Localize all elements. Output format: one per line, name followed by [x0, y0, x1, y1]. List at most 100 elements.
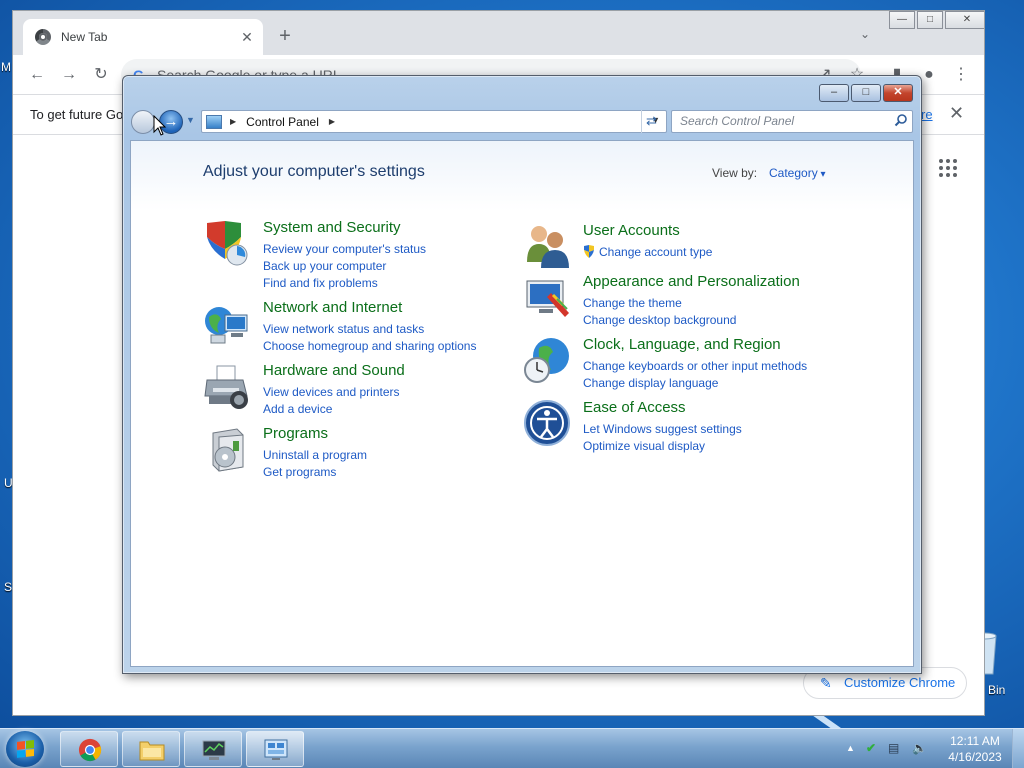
link-suggest-settings[interactable]: Let Windows suggest settings — [583, 421, 742, 438]
control-panel-window: – □ ✕ → ▼ ▶ Control Panel ▶ ▼ ⇄ Search C… — [122, 75, 922, 674]
new-tab-button[interactable]: + — [273, 25, 297, 49]
taskbar-chrome[interactable] — [60, 731, 118, 767]
programs-icon[interactable] — [203, 425, 251, 473]
system-monitor-icon — [202, 740, 226, 760]
users-icon[interactable] — [523, 222, 571, 270]
desktop-icon-label[interactable]: S — [4, 580, 12, 594]
globe-clock-icon[interactable] — [523, 336, 571, 384]
category-title[interactable]: Hardware and Sound — [263, 362, 405, 379]
category-title[interactable]: Programs — [263, 425, 328, 442]
view-by-label: View by: — [712, 166, 758, 180]
address-bar[interactable]: ▶ Control Panel ▶ ▼ — [201, 110, 667, 133]
link-back-up[interactable]: Back up your computer — [263, 258, 426, 275]
chrome-favicon-icon — [35, 29, 51, 45]
cp-close-button[interactable]: ✕ — [883, 84, 913, 102]
chrome-icon — [78, 738, 102, 762]
category-title[interactable]: Ease of Access — [583, 399, 686, 416]
desktop-icon-label[interactable]: M — [1, 60, 11, 74]
maximize-button[interactable]: □ — [917, 11, 943, 29]
taskbar: ▲ ✔ ▤ 🔈 12:11 AM 4/16/2023 — [0, 728, 1024, 768]
back-arrow-icon[interactable]: ← — [27, 65, 47, 85]
show-desktop-button[interactable] — [1012, 729, 1024, 768]
breadcrumb-separator-icon[interactable]: ▶ — [329, 117, 335, 126]
category-title[interactable]: System and Security — [263, 219, 401, 236]
profile-avatar-icon[interactable]: ● — [919, 65, 939, 85]
link-uninstall[interactable]: Uninstall a program — [263, 447, 367, 464]
infobar-link[interactable]: re — [921, 107, 933, 122]
search-control-panel-input[interactable]: Search Control Panel — [671, 110, 913, 133]
link-optimize-display[interactable]: Optimize visual display — [583, 438, 742, 455]
breadcrumb-separator-icon[interactable]: ▶ — [230, 117, 236, 126]
category-links: Change account type — [583, 244, 712, 261]
tab-search-icon[interactable]: ⌄ — [855, 27, 875, 47]
link-display-language[interactable]: Change display language — [583, 375, 807, 392]
category-title[interactable]: Network and Internet — [263, 299, 402, 316]
category-title[interactable]: Clock, Language, and Region — [583, 336, 781, 353]
breadcrumb-control-panel[interactable]: Control Panel — [246, 115, 319, 129]
link-network-status[interactable]: View network status and tasks — [263, 321, 476, 338]
link-get-programs[interactable]: Get programs — [263, 464, 367, 481]
refresh-icon[interactable]: ⇄ — [641, 110, 661, 133]
mouse-cursor-icon — [153, 115, 167, 136]
reload-icon[interactable]: ↻ — [91, 65, 111, 85]
appearance-icon[interactable] — [523, 273, 571, 321]
taskbar-app[interactable] — [184, 731, 242, 767]
infobar-close-icon[interactable]: ✕ — [949, 103, 964, 124]
network-icon[interactable] — [203, 299, 251, 347]
category-links: View devices and printers Add a device — [263, 384, 400, 418]
system-tray: ▲ ✔ ▤ 🔈 — [842, 729, 942, 768]
volume-muted-icon[interactable]: 🔈 — [912, 741, 927, 755]
link-devices-printers[interactable]: View devices and printers — [263, 384, 400, 401]
minimize-button[interactable]: — — [889, 11, 915, 29]
link-review-status[interactable]: Review your computer's status — [263, 241, 426, 258]
search-icon[interactable] — [894, 113, 908, 127]
start-button[interactable] — [6, 731, 44, 767]
taskbar-control-panel[interactable] — [246, 731, 304, 767]
category-links: View network status and tasks Choose hom… — [263, 321, 476, 355]
category-links: Let Windows suggest settings Optimize vi… — [583, 421, 742, 455]
folder-icon — [139, 741, 165, 761]
google-apps-icon[interactable] — [939, 159, 957, 177]
forward-arrow-icon[interactable]: → — [59, 65, 79, 85]
action-center-icon[interactable]: ✔ — [866, 741, 876, 755]
cp-minimize-button[interactable]: – — [819, 84, 849, 102]
category-title[interactable]: User Accounts — [583, 222, 680, 239]
printer-icon[interactable] — [203, 362, 251, 410]
tab-new-tab[interactable]: New Tab ✕ — [23, 19, 263, 55]
link-find-fix[interactable]: Find and fix problems — [263, 275, 426, 292]
cp-caption-buttons: – □ ✕ — [819, 84, 913, 102]
clock-date: 4/16/2023 — [948, 750, 1002, 764]
link-change-account-type[interactable]: Change account type — [583, 244, 712, 261]
taskbar-clock[interactable]: 12:11 AM 4/16/2023 — [944, 733, 1006, 765]
search-placeholder: Search Control Panel — [680, 114, 795, 128]
network-tray-icon[interactable]: ▤ — [888, 741, 899, 755]
tab-close-icon[interactable]: ✕ — [237, 29, 257, 46]
link-change-keyboards[interactable]: Change keyboards or other input methods — [583, 358, 807, 375]
control-panel-icon — [264, 739, 288, 760]
ease-of-access-icon[interactable] — [523, 399, 571, 447]
infobar-text: To get future Go — [30, 107, 124, 122]
taskbar-explorer[interactable] — [122, 731, 180, 767]
control-panel-content: Adjust your computer's settings View by:… — [130, 140, 914, 667]
link-add-device[interactable]: Add a device — [263, 401, 400, 418]
recent-pages-dropdown-icon[interactable]: ▼ — [186, 115, 195, 125]
category-links: Uninstall a program Get programs — [263, 447, 367, 481]
link-desktop-background[interactable]: Change desktop background — [583, 312, 736, 329]
show-hidden-icons[interactable]: ▲ — [846, 743, 855, 753]
close-button[interactable]: ✕ — [945, 11, 984, 29]
customize-chrome-label: Customize Chrome — [844, 675, 956, 690]
control-panel-icon — [206, 114, 222, 129]
shield-icon[interactable] — [203, 219, 251, 267]
link-homegroup[interactable]: Choose homegroup and sharing options — [263, 338, 476, 355]
link-change-theme[interactable]: Change the theme — [583, 295, 736, 312]
recycle-bin-label[interactable]: Bin — [988, 683, 1005, 697]
category-title[interactable]: Appearance and Personalization — [583, 273, 800, 290]
page-title: Adjust your computer's settings — [203, 163, 425, 180]
cp-maximize-button[interactable]: □ — [851, 84, 881, 102]
link-label: Change account type — [599, 245, 713, 259]
windows-logo-icon — [17, 740, 34, 758]
menu-kebab-icon[interactable]: ⋮ — [951, 65, 971, 85]
view-by-dropdown[interactable]: Category — [769, 166, 826, 180]
tab-strip: New Tab ✕ + ⌄ — □ ✕ — [13, 11, 984, 55]
back-button[interactable] — [131, 110, 155, 134]
